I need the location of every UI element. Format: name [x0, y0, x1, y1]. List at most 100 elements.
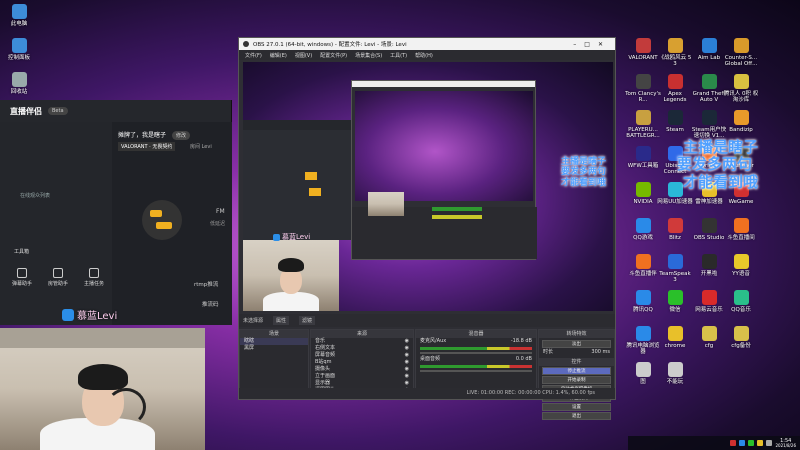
source-item[interactable]: 音乐 ◉ — [311, 338, 413, 345]
source-item[interactable]: 立于画面 ◉ — [311, 373, 413, 380]
desktop-icon[interactable]: 斗鱼直播伴 — [625, 254, 661, 277]
tray-icon[interactable] — [748, 440, 755, 446]
eye-icon[interactable]: ◉ — [405, 373, 409, 380]
desktop-icon[interactable]: chrome — [657, 326, 693, 349]
window-controls[interactable]: –□✕ — [573, 41, 611, 48]
desktop-icon[interactable]: WFW工具箱 — [625, 146, 661, 169]
desktop-icon[interactable]: 图 — [625, 362, 661, 385]
menu-item[interactable]: 帮助(H) — [415, 52, 433, 59]
desktop-icon[interactable]: Aim Lab — [691, 38, 727, 61]
source-item[interactable]: 屏幕音频 ◉ — [311, 352, 413, 359]
desktop-icon[interactable]: Counter-S... Global Off... — [723, 38, 759, 68]
desktop-icon[interactable]: 回收站 — [0, 72, 38, 95]
mixer-panel: 混音器 麦克风/Aux -18.8 dB 桌面音频 0.0 dB — [415, 329, 537, 395]
obs-titlebar: OBS 27.0.1 (64-bit, windows) - 配置文件: Lev… — [239, 38, 615, 50]
edit-badge[interactable]: 修改 — [172, 131, 191, 140]
tray-icon[interactable] — [757, 440, 764, 446]
desktop-icon-label: cfg备份 — [731, 343, 751, 349]
menu-item[interactable]: 编辑(E) — [270, 52, 287, 59]
app-icon — [733, 254, 749, 269]
desktop-icon[interactable]: PLAYERU... BATTLEGR... — [625, 110, 661, 140]
tray-icon[interactable] — [730, 440, 737, 446]
menu-item[interactable]: 工具(T) — [390, 52, 407, 59]
desktop-icon[interactable]: VALORANT — [625, 38, 661, 61]
eye-icon[interactable]: ◉ — [405, 352, 409, 359]
desktop-icon[interactable]: Blitz — [657, 218, 693, 241]
duration-input[interactable]: 300 ms — [591, 349, 610, 356]
desktop-icon[interactable]: 斗鱼直播间 — [723, 218, 759, 241]
tray-icon[interactable] — [739, 440, 746, 446]
tool-item-danmu[interactable]: 弹幕助手 — [10, 268, 34, 287]
desktop-icon[interactable]: 不能玩 — [657, 362, 693, 385]
desktop-icon[interactable]: Steam用户快速切换 V1... — [691, 110, 727, 140]
menu-item[interactable]: 场景集合(S) — [355, 52, 382, 59]
tool-header: 直播伴侣 Beta — [0, 100, 231, 122]
desktop-icon[interactable]: 此电脑 — [0, 4, 38, 27]
desktop-icon[interactable]: 控制面板 — [0, 38, 38, 61]
desktop-icon[interactable]: Bandizip — [723, 110, 759, 133]
source-item[interactable]: 摄像头 ◉ — [311, 366, 413, 373]
transitions-panel: 转场特效 淡出 时长300 ms 控件 停止推流开始录制启动虚拟摄像机工作室模式… — [538, 329, 615, 420]
desktop-icon[interactable]: Steam — [657, 110, 693, 133]
volume-slider[interactable] — [420, 352, 532, 354]
source-item[interactable]: 显示器 ◉ — [311, 380, 413, 387]
scene-item[interactable]: 瞎瞎 — [240, 338, 308, 345]
mid-label: FM — [216, 208, 225, 215]
stream-title: 摊牌了，我是瞎子 — [118, 132, 167, 139]
desktop-icon[interactable]: 微信 — [657, 290, 693, 313]
tool-item-admin[interactable]: 房管助手 — [46, 268, 70, 287]
menu-item[interactable]: 配置文件(P) — [320, 52, 347, 59]
person-hair — [78, 364, 128, 390]
control-button[interactable]: 停止推流 — [542, 367, 611, 375]
source-item[interactable]: 右侧文本 ◉ — [311, 345, 413, 352]
desktop-icon[interactable]: YY语音 — [723, 254, 759, 277]
desktop-icon[interactable]: cfg备份 — [723, 326, 759, 349]
desktop-icon[interactable]: QQ游戏 — [625, 218, 661, 241]
control-button[interactable]: 开始录制 — [542, 376, 611, 384]
desktop-icon[interactable]: 腾讯电脑浏览器 — [625, 326, 661, 356]
app-icon — [635, 218, 651, 233]
desktop-icon[interactable]: 开黑啦 — [691, 254, 727, 277]
desktop-icon[interactable]: Apex Legends — [657, 74, 693, 104]
desktop-icon[interactable]: TeamSpeak 3 — [657, 254, 693, 284]
eye-icon[interactable]: ◉ — [405, 345, 409, 352]
eye-icon[interactable]: ◉ — [405, 359, 409, 366]
desktop-icon-label: NVIDIA — [633, 199, 653, 205]
desktop-icon[interactable]: Tom Clancy's R... — [625, 74, 661, 104]
properties-button[interactable]: 属性 — [273, 316, 290, 325]
filters-button[interactable]: 滤镜 — [299, 316, 316, 325]
control-button[interactable]: 退出 — [542, 412, 611, 420]
desktop-icon[interactable]: Grand Theft Auto V — [691, 74, 727, 104]
desktop-icon[interactable]: 《战鸥风云 5 3 — [657, 38, 693, 68]
desktop-icon[interactable]: cfg — [691, 326, 727, 349]
beta-badge: Beta — [48, 107, 68, 115]
sources-panel: 来源 音乐◉右侧文本◉屏幕音频◉B站qm◉摄像头◉立于画面◉显示器◉逗图图片◉ — [310, 329, 414, 395]
eye-icon[interactable]: ◉ — [405, 366, 409, 373]
eye-icon[interactable]: ◉ — [405, 338, 409, 345]
desktop-icon[interactable]: 网易云音乐 — [691, 290, 727, 313]
desktop-icon[interactable]: QQ音乐 — [723, 290, 759, 313]
tool-item-task[interactable]: 主播任务 — [82, 268, 106, 287]
desktop-icon[interactable]: 腾讯人 0积 权 淘沙库 — [723, 74, 759, 104]
volume-slider[interactable] — [420, 370, 532, 372]
scene-graphic — [142, 200, 182, 240]
app-icon — [733, 290, 749, 305]
app-icon — [667, 74, 683, 89]
source-item[interactable]: B站qm ◉ — [311, 359, 413, 366]
desktop-icon-label: Bandizip — [729, 127, 753, 133]
desktop-icon[interactable]: OBS Studio — [691, 218, 727, 241]
control-button[interactable]: 设置 — [542, 403, 611, 411]
desktop-icon[interactable]: NVIDIA — [625, 182, 661, 205]
volume-icon[interactable] — [766, 440, 773, 446]
clock[interactable]: 1:54 2021/8/26 — [775, 438, 796, 448]
game-category[interactable]: VALORANT · 无畏契约 — [118, 142, 176, 151]
scene-item[interactable]: 黑屏 — [240, 345, 308, 352]
empty-hint: 在线观众列表 — [20, 193, 51, 199]
eye-icon[interactable]: ◉ — [405, 380, 409, 387]
desktop-icon[interactable]: 腾讯QQ — [625, 290, 661, 313]
menu-item[interactable]: 视图(V) — [295, 52, 312, 59]
app-icon — [11, 72, 27, 87]
transition-select[interactable]: 淡出 — [542, 340, 611, 348]
menu-item[interactable]: 文件(F) — [245, 52, 262, 59]
desktop-icon-label: Grand Theft Auto V — [692, 91, 726, 104]
